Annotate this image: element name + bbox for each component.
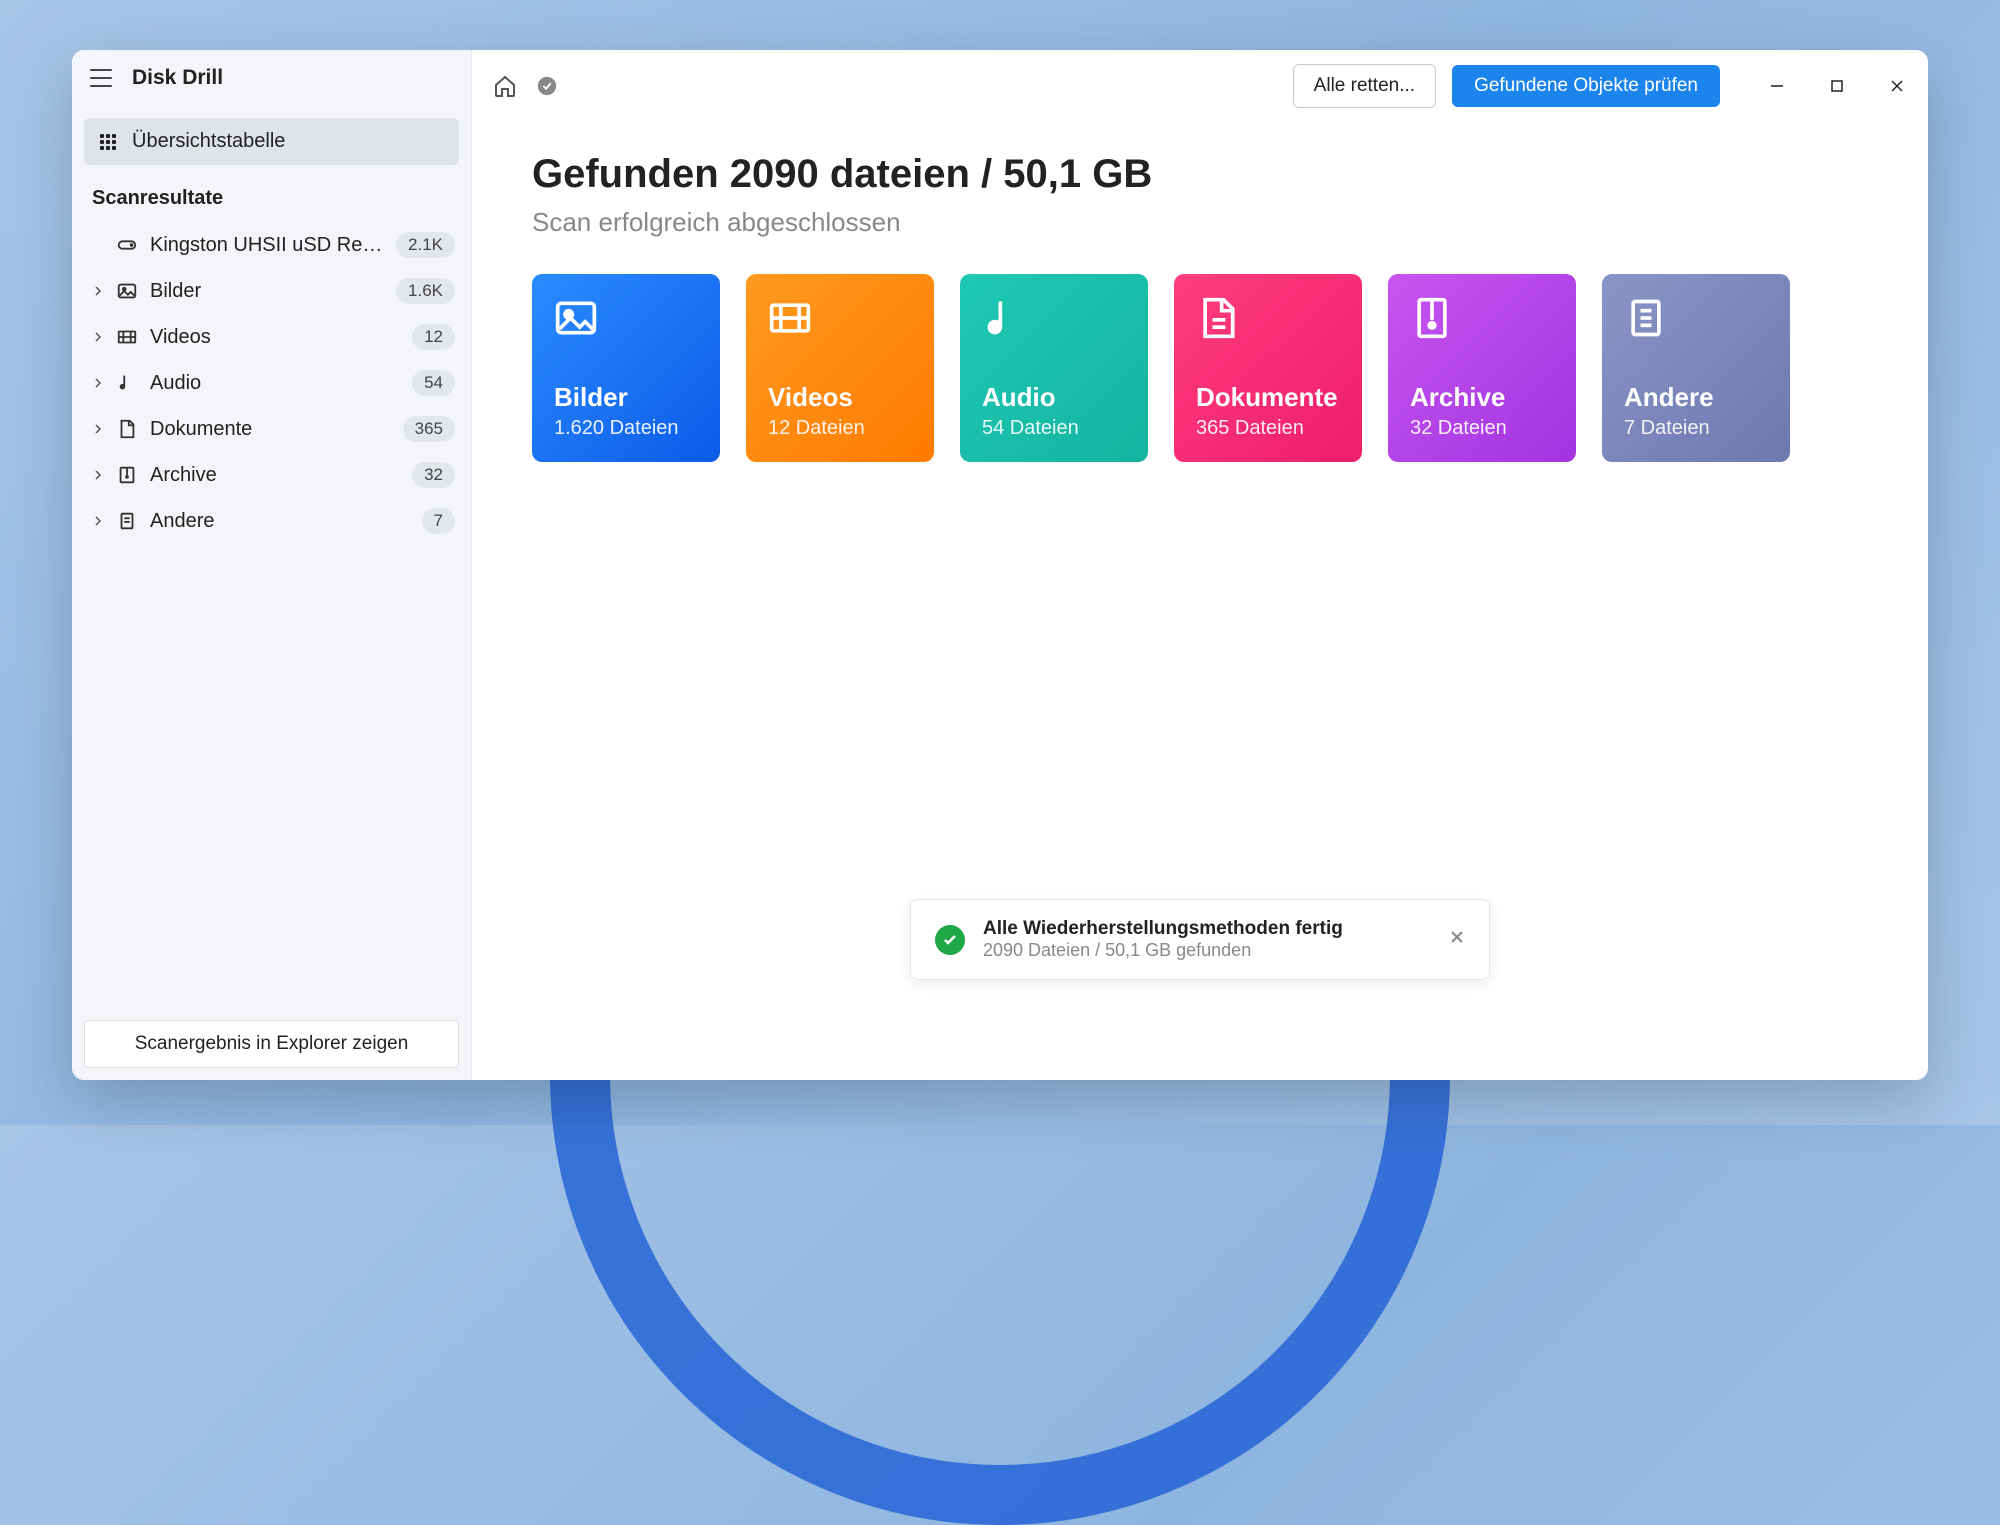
sidebar-item-videos[interactable]: Videos 12	[72, 314, 471, 360]
file-icon	[1624, 296, 1668, 340]
sidebar-item-bilder[interactable]: Bilder 1.6K	[72, 268, 471, 314]
sidebar-item-label: Audio	[150, 372, 400, 395]
card-title: Andere	[1624, 382, 1768, 413]
card-dokumente[interactable]: Dokumente 365 Dateien	[1174, 274, 1362, 462]
card-count: 365 Dateien	[1196, 417, 1340, 440]
sidebar-item-device[interactable]: Kingston UHSII uSD Rea… 2.1K	[72, 222, 471, 268]
count-badge: 2.1K	[396, 232, 455, 258]
archive-icon	[1410, 296, 1454, 340]
page-subtitle: Scan erfolgreich abgeschlossen	[532, 207, 1868, 238]
checkmark-status-icon[interactable]	[534, 73, 560, 99]
chevron-right-icon	[92, 377, 104, 389]
video-icon	[116, 326, 138, 348]
toast-title: Alle Wiederherstellungsmethoden fertig	[983, 918, 1431, 940]
sidebar-item-archive[interactable]: Archive 32	[72, 452, 471, 498]
overview-label: Übersichtstabelle	[132, 130, 285, 153]
chevron-right-icon	[92, 469, 104, 481]
document-icon	[116, 418, 138, 440]
card-title: Audio	[982, 382, 1126, 413]
close-icon[interactable]	[1449, 928, 1465, 951]
sidebar-item-andere[interactable]: Andere 7	[72, 498, 471, 544]
maximize-button[interactable]	[1826, 75, 1848, 97]
archive-icon	[116, 464, 138, 486]
sidebar-item-dokumente[interactable]: Dokumente 365	[72, 406, 471, 452]
close-button[interactable]	[1886, 75, 1908, 97]
sidebar-item-label: Kingston UHSII uSD Rea…	[150, 234, 384, 257]
app-title: Disk Drill	[132, 66, 223, 90]
content-area: Gefunden 2090 dateien / 50,1 GB Scan erf…	[472, 122, 1928, 492]
chevron-right-icon	[92, 515, 104, 527]
count-badge: 7	[422, 508, 455, 534]
card-audio[interactable]: Audio 54 Dateien	[960, 274, 1148, 462]
drive-icon	[116, 234, 138, 256]
document-icon	[1196, 296, 1240, 340]
count-badge: 365	[403, 416, 455, 442]
chevron-right-icon	[92, 331, 104, 343]
file-icon	[116, 510, 138, 532]
grid-icon	[100, 134, 116, 150]
minimize-button[interactable]	[1766, 75, 1788, 97]
chevron-right-icon	[92, 423, 104, 435]
sidebar: Disk Drill Übersichtstabelle Scanresulta…	[72, 50, 472, 1080]
check-circle-icon	[935, 925, 965, 955]
sidebar-item-audio[interactable]: Audio 54	[72, 360, 471, 406]
count-badge: 32	[412, 462, 455, 488]
card-title: Videos	[768, 382, 912, 413]
card-title: Dokumente	[1196, 382, 1340, 413]
count-badge: 1.6K	[396, 278, 455, 304]
toast-body: Alle Wiederherstellungsmethoden fertig 2…	[983, 918, 1431, 961]
topbar: Alle retten... Gefundene Objekte prüfen	[472, 50, 1928, 122]
chevron-right-icon	[92, 285, 104, 297]
card-title: Bilder	[554, 382, 698, 413]
sidebar-header: Disk Drill	[72, 50, 471, 106]
sidebar-item-label: Videos	[150, 326, 400, 349]
card-count: 1.620 Dateien	[554, 417, 698, 440]
sidebar-item-label: Archive	[150, 464, 400, 487]
card-bilder[interactable]: Bilder 1.620 Dateien	[532, 274, 720, 462]
sidebar-item-label: Andere	[150, 510, 410, 533]
video-icon	[768, 296, 812, 340]
card-videos[interactable]: Videos 12 Dateien	[746, 274, 934, 462]
sidebar-footer: Scanergebnis in Explorer zeigen	[72, 1008, 471, 1080]
card-title: Archive	[1410, 382, 1554, 413]
sidebar-item-label: Dokumente	[150, 418, 391, 441]
music-note-icon	[982, 296, 1026, 340]
page-title: Gefunden 2090 dateien / 50,1 GB	[532, 152, 1868, 197]
card-andere[interactable]: Andere 7 Dateien	[1602, 274, 1790, 462]
window-controls	[1766, 75, 1908, 97]
home-icon[interactable]	[492, 73, 518, 99]
sidebar-item-label: Bilder	[150, 280, 384, 303]
scan-results-heading: Scanresultate	[72, 165, 471, 222]
count-badge: 12	[412, 324, 455, 350]
card-count: 12 Dateien	[768, 417, 912, 440]
hamburger-menu-icon[interactable]	[90, 69, 112, 87]
music-note-icon	[116, 372, 138, 394]
card-archive[interactable]: Archive 32 Dateien	[1388, 274, 1576, 462]
image-icon	[116, 280, 138, 302]
card-count: 7 Dateien	[1624, 417, 1768, 440]
card-count: 32 Dateien	[1410, 417, 1554, 440]
toast-subtitle: 2090 Dateien / 50,1 GB gefunden	[983, 940, 1431, 961]
count-badge: 54	[412, 370, 455, 396]
rescue-all-button[interactable]: Alle retten...	[1293, 64, 1436, 108]
main-content: Alle retten... Gefundene Objekte prüfen …	[472, 50, 1928, 1080]
app-window: Disk Drill Übersichtstabelle Scanresulta…	[72, 50, 1928, 1080]
category-cards: Bilder 1.620 Dateien Videos 12 Dateien A…	[532, 274, 1868, 462]
completion-toast: Alle Wiederherstellungsmethoden fertig 2…	[910, 899, 1490, 980]
card-count: 54 Dateien	[982, 417, 1126, 440]
show-in-explorer-button[interactable]: Scanergebnis in Explorer zeigen	[84, 1020, 459, 1068]
image-icon	[554, 296, 598, 340]
overview-tab[interactable]: Übersichtstabelle	[84, 118, 459, 165]
review-found-button[interactable]: Gefundene Objekte prüfen	[1452, 65, 1720, 107]
